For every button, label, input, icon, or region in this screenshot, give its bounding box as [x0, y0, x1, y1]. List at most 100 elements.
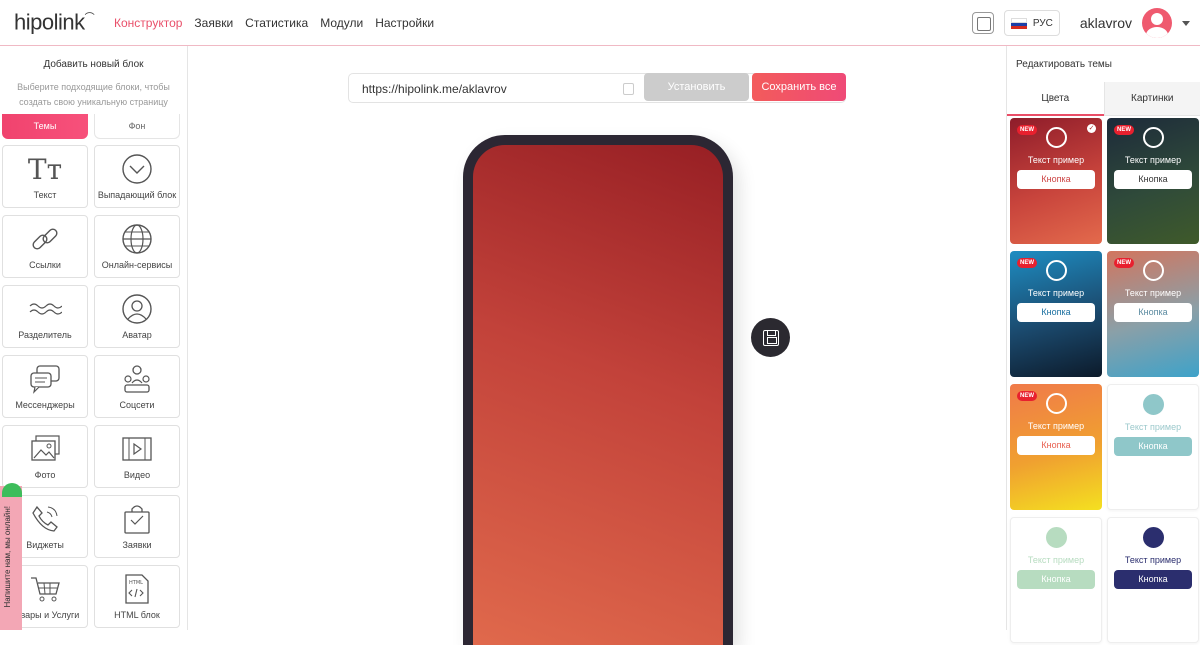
theme-editor-panel: Редактировать темы Цвета Картинки NEW ✓ Те… — [1006, 46, 1200, 630]
new-badge: NEW — [1017, 125, 1037, 135]
block-avatar[interactable]: Аватар — [94, 285, 180, 348]
block-online-services[interactable]: Онлайн-сервисы — [94, 215, 180, 278]
nav-requests[interactable]: Заявки — [194, 16, 233, 30]
header-right: РУС aklavrov — [972, 8, 1190, 38]
phone-icon — [29, 502, 61, 536]
theme-panel-title: Редактировать темы — [1016, 59, 1200, 70]
theme-sample-text: Текст пример — [1028, 155, 1084, 165]
nav-settings[interactable]: Настройки — [375, 16, 434, 30]
online-chat-tab[interactable]: Напишите нам, мы онлайн! — [0, 486, 22, 630]
dropdown-icon — [121, 152, 153, 186]
messengers-icon — [28, 362, 62, 396]
phone-screen[interactable] — [473, 145, 723, 645]
theme-card[interactable]: NEW Текст пример Кнопка — [1107, 251, 1199, 377]
tab-colors[interactable]: Цвета — [1007, 82, 1104, 116]
photo-icon — [29, 432, 61, 466]
main-nav: Конструктор Заявки Статистика Модули Нас… — [114, 16, 434, 30]
theme-sample-button: Кнопка — [1017, 436, 1095, 455]
theme-sample-button: Кнопка — [1017, 303, 1095, 322]
link-icon — [29, 222, 61, 256]
language-switcher[interactable]: РУС — [1004, 10, 1060, 36]
block-links[interactable]: Ссылки — [2, 215, 88, 278]
theme-avatar-circle — [1143, 127, 1164, 148]
russian-flag-icon — [1011, 18, 1027, 29]
save-icon — [763, 330, 779, 346]
tab-images[interactable]: Картинки — [1104, 82, 1200, 116]
theme-avatar-circle — [1143, 527, 1164, 548]
block-grid: TтТекст Выпадающий блок Ссылки Онлайн-се… — [2, 145, 187, 628]
block-social[interactable]: Соцсети — [94, 355, 180, 418]
username[interactable]: aklavrov — [1080, 15, 1132, 31]
video-icon — [121, 432, 153, 466]
new-badge: NEW — [1017, 391, 1037, 401]
theme-sample-button: Кнопка — [1114, 570, 1192, 589]
install-button[interactable]: Установить — [644, 73, 749, 101]
add-block-panel: Добавить новый блок Выберите подходящие … — [0, 46, 188, 630]
guide-map-icon[interactable] — [972, 12, 994, 34]
nav-modules[interactable]: Модули — [320, 16, 363, 30]
language-label: РУС — [1033, 18, 1053, 29]
block-dropdown[interactable]: Выпадающий блок — [94, 145, 180, 208]
user-avatar[interactable] — [1142, 8, 1172, 38]
divider-icon — [28, 292, 62, 326]
theme-cards: NEW✓Текст примерКнопкаNEWТекст примерКно… — [1010, 118, 1200, 643]
svg-text:HTML: HTML — [129, 580, 143, 586]
theme-card[interactable]: NEW Текст пример Кнопка — [1010, 384, 1102, 510]
block-video[interactable]: Видео — [94, 425, 180, 488]
block-text[interactable]: TтТекст — [2, 145, 88, 208]
new-badge: NEW — [1114, 125, 1134, 135]
new-badge: NEW — [1114, 258, 1134, 268]
block-requests[interactable]: Заявки — [94, 495, 180, 558]
avatar-icon — [121, 292, 153, 326]
text-icon: Tт — [28, 152, 62, 186]
page-url[interactable]: https://hipolink.me/aklavrov — [362, 82, 507, 96]
theme-sample-text: Текст пример — [1028, 555, 1084, 565]
tab-background[interactable]: Фон — [94, 114, 180, 139]
html-icon: HTML — [123, 572, 151, 606]
social-icon — [121, 362, 153, 396]
new-badge: NEW — [1017, 258, 1037, 268]
theme-card[interactable]: Текст пример Кнопка — [1107, 384, 1199, 510]
theme-sample-button: Кнопка — [1114, 170, 1192, 189]
theme-avatar-circle — [1143, 394, 1164, 415]
selected-check-icon: ✓ — [1087, 124, 1096, 133]
hipolink-logo[interactable]: hipolink⌒ — [14, 9, 94, 35]
panel-title: Добавить новый блок — [0, 59, 187, 70]
online-status-icon — [2, 483, 22, 497]
theme-tabs: Цвета Картинки — [1007, 82, 1200, 116]
bag-icon — [122, 502, 152, 536]
theme-avatar-circle — [1143, 260, 1164, 281]
theme-sample-text: Текст пример — [1028, 421, 1084, 431]
theme-sample-text: Текст пример — [1125, 422, 1181, 432]
theme-avatar-circle — [1046, 393, 1067, 414]
theme-avatar-circle — [1046, 260, 1067, 281]
block-html[interactable]: HTMLHTML блок — [94, 565, 180, 628]
theme-sample-text: Текст пример — [1125, 288, 1181, 298]
save-all-button[interactable]: Сохранить все — [752, 73, 846, 101]
theme-sample-text: Текст пример — [1028, 288, 1084, 298]
block-messengers[interactable]: Мессенджеры — [2, 355, 88, 418]
theme-avatar-circle — [1046, 127, 1067, 148]
block-tabs: Темы Фон — [2, 114, 187, 139]
theme-sample-button: Кнопка — [1017, 170, 1095, 189]
copy-icon[interactable] — [623, 83, 634, 95]
phone-preview — [463, 135, 733, 645]
floating-save-button[interactable] — [751, 318, 790, 357]
theme-sample-button: Кнопка — [1017, 570, 1095, 589]
globe-icon — [121, 222, 153, 256]
block-divider[interactable]: Разделитель — [2, 285, 88, 348]
theme-sample-button: Кнопка — [1114, 303, 1192, 322]
tab-themes[interactable]: Темы — [2, 114, 88, 139]
theme-card[interactable]: NEW Текст пример Кнопка — [1010, 251, 1102, 377]
theme-card[interactable]: Текст пример Кнопка — [1010, 517, 1102, 643]
logo-mark-icon: ⌒ — [85, 13, 95, 24]
theme-card[interactable]: NEWТекст примерКнопка — [1107, 118, 1199, 244]
block-photo[interactable]: Фото — [2, 425, 88, 488]
chevron-down-icon[interactable] — [1182, 21, 1190, 26]
theme-sample-button: Кнопка — [1114, 437, 1192, 456]
theme-card[interactable]: NEW ✓ Текст пример Кнопка — [1010, 118, 1102, 244]
nav-constructor[interactable]: Конструктор — [114, 16, 182, 30]
theme-avatar-circle — [1046, 527, 1067, 548]
nav-statistics[interactable]: Статистика — [245, 16, 308, 30]
theme-card[interactable]: Текст примерКнопка — [1107, 517, 1199, 643]
